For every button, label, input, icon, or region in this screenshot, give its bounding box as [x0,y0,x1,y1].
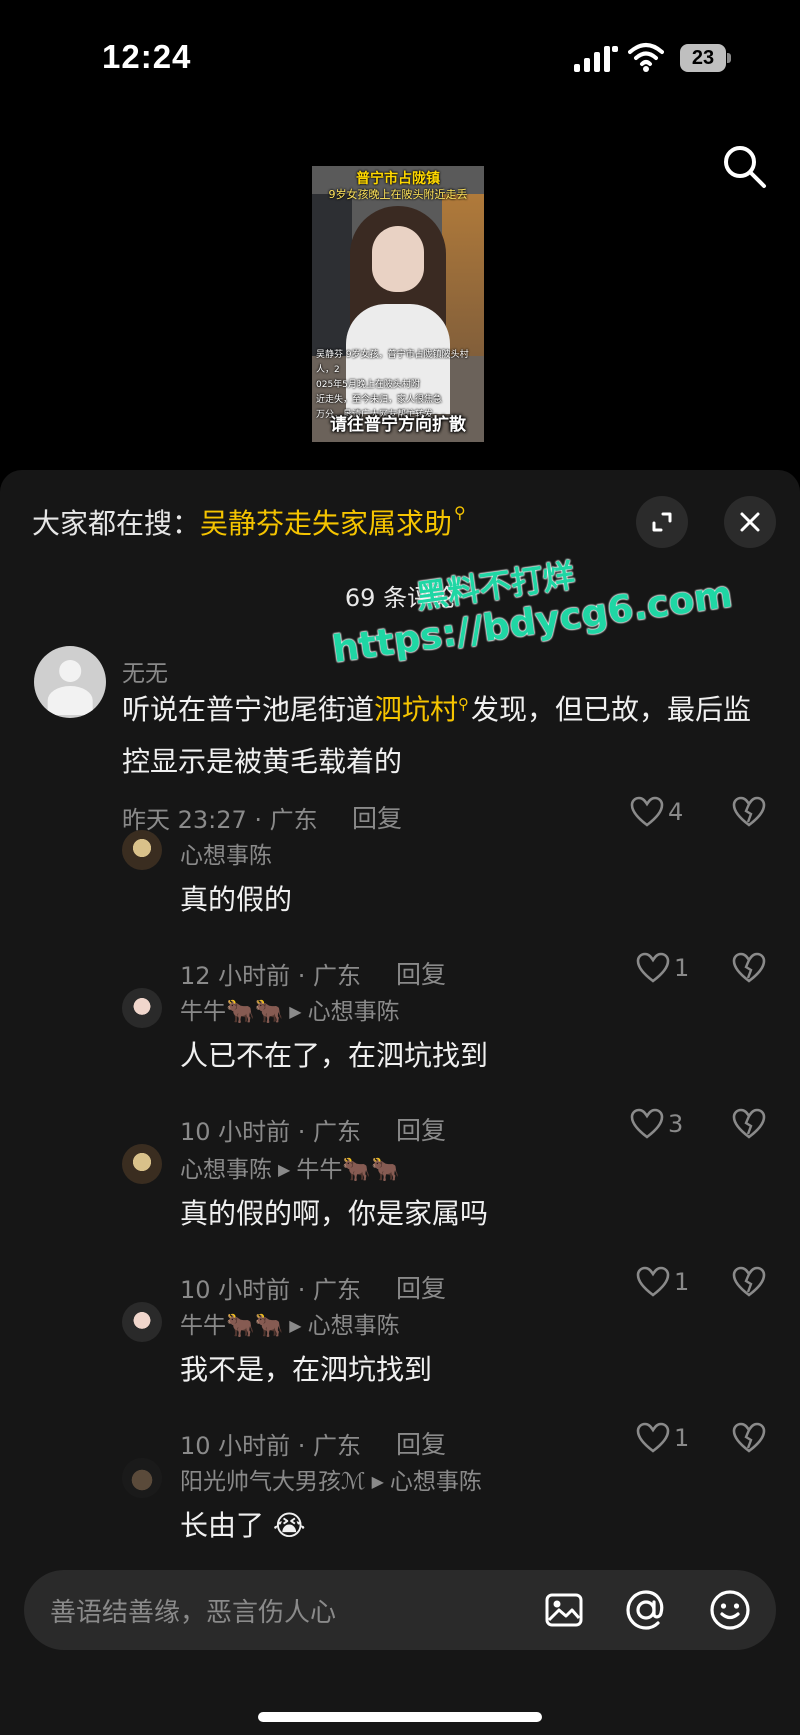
battery-cap [727,53,731,63]
comment-username[interactable]: 牛牛🐂🐂 [180,999,283,1025]
avatar[interactable] [122,988,162,1028]
reply-to-username[interactable]: 心想事陈 [308,1313,400,1339]
reply-arrow-icon: ▶ [278,1160,291,1179]
like-button[interactable]: 4 [630,796,683,828]
comment-username-row: 心想事陈 ▶ 牛牛🐂🐂 [180,1150,400,1184]
comment-username[interactable]: 阳光帅气大男孩ℳ [180,1469,366,1495]
reply-to-username[interactable]: 牛牛🐂🐂 [296,1157,399,1183]
comment-username[interactable]: 心想事陈 [180,1157,272,1183]
video-body-line: 近走失，至今未归，家人很焦急 [316,395,443,405]
reply-arrow-icon: ▶ [289,1316,302,1335]
search-small-icon: ⚲ [458,695,470,713]
at-icon[interactable] [624,1588,668,1632]
close-button[interactable] [724,496,776,548]
comment-text: 我不是，在泗坑找到 [180,1353,433,1386]
comment-text: 人已不在了，在泗坑找到 [180,1039,489,1072]
battery-level: 23 [680,44,726,72]
reply-button[interactable]: 回复 [396,1111,446,1147]
trending-search-prefix: 大家都在搜： [32,507,201,540]
image-icon[interactable] [544,1590,584,1630]
comment-meta: 10 小时前 · 广东 [180,1118,362,1146]
status-bar: 12:24 23 [0,0,800,110]
comment-input-placeholder: 善语结善缘，恶言伤人心 [50,1598,337,1628]
avatar[interactable] [122,830,162,870]
comment-meta: 10 小时前 · 广东 [180,1432,362,1460]
like-count: 1 [674,954,690,982]
comment-username-row: 牛牛🐂🐂 ▶ 心想事陈 [180,1306,400,1340]
comment-username-row: 阳光帅气大男孩ℳ ▶ 心想事陈 [180,1462,482,1496]
heart-icon [630,796,664,827]
comment-text: 真的假的啊，你是家属吗 [180,1197,489,1230]
avatar[interactable] [34,646,106,718]
thumb-face [372,226,424,292]
reply-button[interactable]: 回复 [396,1425,446,1461]
heart-icon [630,1108,664,1139]
video-caption: 请往普宁方向扩散 [330,415,466,435]
expand-icon [652,512,672,532]
comment-text: 真的假的 [180,883,293,916]
like-count: 4 [668,798,684,826]
broken-heart-icon[interactable] [732,1422,766,1454]
comment-username[interactable]: 心想事陈 [180,836,272,870]
comment-username-row: 牛牛🐂🐂 ▶ 心想事陈 [180,992,400,1026]
video-title-line2: 9岁女孩晚上在陂头附近走丢 [328,188,468,201]
home-indicator [258,1712,542,1722]
battery-icon: 23 [680,44,731,72]
broken-heart-icon[interactable] [732,1108,766,1140]
broken-heart-icon[interactable] [732,952,766,984]
heart-icon [636,1266,670,1297]
like-button[interactable]: 1 [636,1266,689,1298]
avatar[interactable] [122,1302,162,1342]
comment-input[interactable]: 善语结善缘，恶言伤人心 [24,1570,776,1650]
like-button[interactable]: 1 [636,1422,689,1454]
broken-heart-icon[interactable] [732,796,766,828]
status-time: 12:24 [102,38,192,75]
comment-meta: 昨天 23:27 · 广东 [122,806,318,834]
video-thumbnail[interactable]: 普宁市占陇镇 9岁女孩晚上在陂头附近走丢 吴静芬 9岁女孩，普宁市占陇镇陂头村人… [312,166,484,442]
heart-icon [636,952,670,983]
trending-search-keyword[interactable]: 吴静芬走失家属求助 [200,502,452,542]
signal-icon [574,46,618,72]
comment-text-part: 听说在普宁池尾街道 [122,693,375,726]
avatar[interactable] [122,1144,162,1184]
reply-to-username[interactable]: 心想事陈 [308,999,400,1025]
search-small-icon: ⚲ [454,502,466,522]
reply-to-username[interactable]: 心想事陈 [390,1469,482,1495]
like-button[interactable]: 1 [636,952,689,984]
video-body-line: 吴静芬 9岁女孩，普宁市占陇镇陂头村人，2 [316,350,469,375]
comment-username[interactable]: 牛牛🐂🐂 [180,1313,283,1339]
comment-text: 长由了 😭 [180,1509,306,1542]
close-icon [740,512,760,532]
like-count: 1 [674,1268,690,1296]
comment-meta: 12 小时前 · 广东 [180,962,362,990]
video-title-line1: 普宁市占陇镇 [356,171,440,187]
heart-icon [636,1422,670,1453]
reply-button[interactable]: 回复 [396,1269,446,1305]
comment-list: 无无 听说在普宁池尾街道泗坑村⚲发现，但已故，最后监控显示是被黄毛载着的 昨天 … [0,646,800,1561]
like-button[interactable]: 3 [630,1108,683,1140]
reply-button[interactable]: 回复 [352,799,402,835]
reply-button[interactable]: 回复 [396,955,446,991]
wifi-icon [628,43,664,72]
search-icon[interactable] [720,142,768,190]
video-body-line: 025年5月晚上在陂头村附 [316,380,420,390]
comment-meta: 10 小时前 · 广东 [180,1276,362,1304]
avatar[interactable] [122,1458,162,1498]
reply-arrow-icon: ▶ [371,1472,384,1491]
comment-username[interactable]: 无无 [122,654,168,688]
broken-heart-icon[interactable] [732,1266,766,1298]
emoji-icon[interactable] [708,1588,752,1632]
like-count: 1 [674,1424,690,1452]
like-count: 3 [668,1110,684,1138]
trending-search[interactable]: 大家都在搜： 吴静芬走失家属求助 ⚲ [32,500,466,544]
comment-text: 听说在普宁池尾街道泗坑村⚲发现，但已故，最后监控显示是被黄毛载着的 [122,686,762,786]
comments-sheet: 大家都在搜： 吴静芬走失家属求助 ⚲ 69 条评论 黑料不打烊 https://… [0,470,800,1735]
reply-arrow-icon: ▶ [289,1002,302,1021]
comment-search-link[interactable]: 泗坑村 [374,693,458,726]
